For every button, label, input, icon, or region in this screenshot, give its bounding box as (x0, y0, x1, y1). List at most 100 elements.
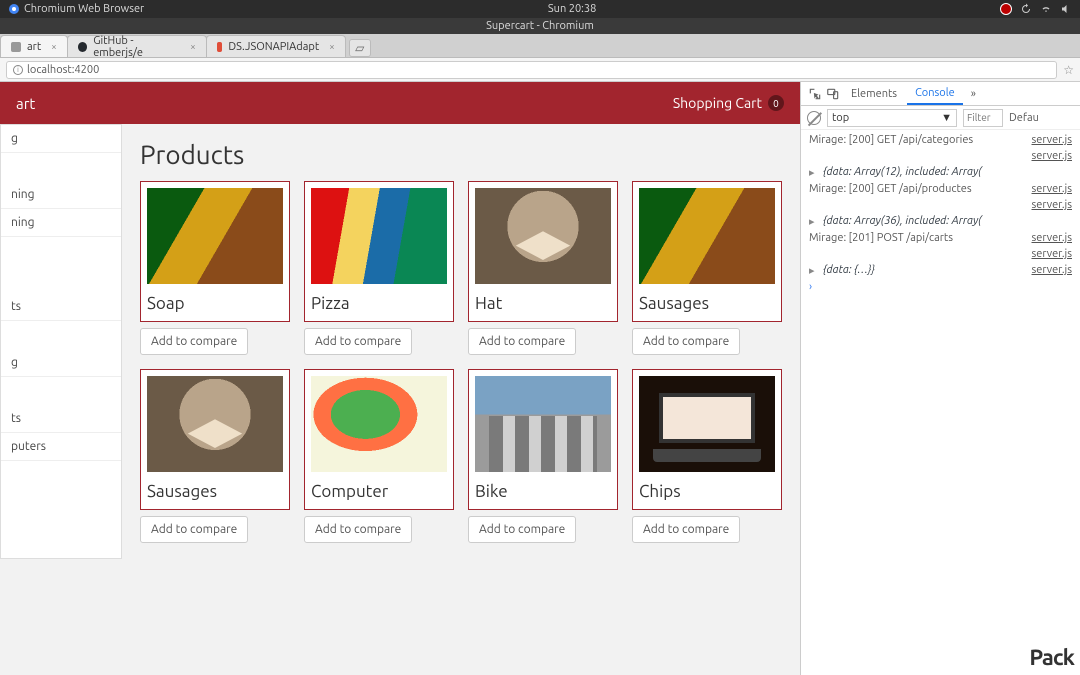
product-name: Soap (147, 294, 283, 313)
log-text: Mirage: [200] GET /api/productes (809, 183, 972, 195)
chromium-icon (8, 3, 20, 15)
console-line[interactable]: server.js (801, 246, 1080, 262)
wifi-icon (1040, 3, 1052, 15)
close-icon[interactable]: × (190, 41, 196, 52)
sidebar-item[interactable]: ts (1, 405, 121, 433)
product-image (475, 376, 611, 472)
record-indicator-icon (1000, 3, 1012, 15)
console-line[interactable]: ▸{data: Array(36), included: Array( (801, 213, 1080, 230)
add-to-compare-button[interactable]: Add to compare (140, 328, 248, 355)
add-to-compare-button[interactable]: Add to compare (304, 516, 412, 543)
sidebar-item (1, 153, 121, 181)
product-card[interactable]: Sausages (140, 369, 290, 510)
bookmark-icon[interactable]: ☆ (1063, 63, 1074, 77)
product-name: Pizza (311, 294, 447, 313)
browser-tab[interactable]: GitHub - emberjs/e × (67, 35, 207, 57)
log-source-link[interactable]: server.js (1032, 199, 1073, 211)
add-to-compare-button[interactable]: Add to compare (632, 328, 740, 355)
new-tab-button[interactable]: ▱ (349, 39, 371, 57)
volume-icon (1060, 3, 1072, 15)
sidebar-item[interactable]: puters (1, 433, 121, 461)
packt-watermark: Pack (1029, 645, 1074, 671)
devtools-panel: Elements Console » top ▼ Defau Mirage: [… (800, 82, 1080, 675)
os-menubar: Chromium Web Browser Sun 20:38 (0, 0, 1080, 18)
sidebar-item (1, 377, 121, 405)
clear-console-icon[interactable] (807, 111, 821, 125)
product-card[interactable]: Computer (304, 369, 454, 510)
console-output[interactable]: Mirage: [200] GET /api/categories server.… (801, 130, 1080, 675)
product-card[interactable]: Chips (632, 369, 782, 510)
log-text: Mirage: [200] GET /api/categories (809, 134, 973, 146)
log-source-link[interactable]: server.js (1032, 264, 1073, 276)
close-icon[interactable]: × (329, 41, 335, 52)
product-image (475, 188, 611, 284)
add-to-compare-button[interactable]: Add to compare (468, 516, 576, 543)
product-name: Chips (639, 482, 775, 501)
product-card[interactable]: Soap (140, 181, 290, 322)
log-source-link[interactable]: server.js (1032, 150, 1073, 162)
log-source-link[interactable]: server.js (1032, 134, 1073, 146)
console-line[interactable]: Mirage: [200] GET /api/categories server.… (801, 132, 1080, 148)
sidebar-item[interactable]: ning (1, 181, 121, 209)
console-line[interactable]: Mirage: [201] POST /api/carts server.js (801, 230, 1080, 246)
sidebar-item[interactable]: ning (1, 209, 121, 237)
context-select[interactable]: top ▼ (827, 109, 957, 127)
url-text: localhost:4200 (27, 64, 99, 76)
device-icon[interactable] (825, 86, 841, 102)
more-tabs-icon[interactable]: » (965, 84, 982, 104)
console-line[interactable]: ▸{data: {…}}server.js (801, 262, 1080, 279)
chevron-down-icon: ▼ (941, 112, 952, 124)
product-name: Hat (475, 294, 611, 313)
product-name: Sausages (147, 482, 283, 501)
browser-tab[interactable]: DS.JSONAPIAdapt × (206, 35, 346, 57)
sidebar-item[interactable]: ts (1, 293, 121, 321)
add-to-compare-button[interactable]: Add to compare (304, 328, 412, 355)
brand-label[interactable]: art (16, 95, 35, 112)
tab-label: GitHub - emberjs/e (93, 35, 180, 59)
url-input[interactable]: i localhost:4200 (6, 61, 1057, 79)
main-content: Products SoapAdd to comparePizzaAdd to c… (122, 124, 800, 559)
product-image (639, 188, 775, 284)
window-title: Supercart - Chromium (0, 18, 1080, 34)
site-info-icon[interactable]: i (13, 65, 23, 75)
console-line[interactable]: ▸ {data: Array(12), included: Array( (801, 164, 1080, 181)
expand-icon[interactable]: ▸ (809, 264, 819, 277)
product-card[interactable]: Sausages (632, 181, 782, 322)
close-icon[interactable]: × (51, 41, 57, 52)
product-card[interactable]: Bike (468, 369, 618, 510)
add-to-compare-button[interactable]: Add to compare (140, 516, 248, 543)
ember-icon (217, 42, 223, 52)
sidebar-item[interactable]: g (1, 125, 121, 153)
product-name: Bike (475, 482, 611, 501)
expand-icon[interactable]: ▸ (809, 215, 819, 228)
devtools-tab-console[interactable]: Console (907, 83, 963, 105)
refresh-icon (1020, 3, 1032, 15)
product-image (639, 376, 775, 472)
devtools-tab-elements[interactable]: Elements (843, 84, 905, 104)
expand-icon[interactable]: ▸ (809, 166, 819, 179)
log-object: {data: Array(12), included: Array( (823, 166, 982, 178)
console-line[interactable]: Mirage: [200] GET /api/productes server.j… (801, 181, 1080, 197)
browser-tab[interactable]: art × (0, 35, 68, 57)
shopping-cart-link[interactable]: Shopping Cart 0 (673, 95, 784, 111)
log-text: Mirage: [201] POST /api/carts (809, 232, 953, 244)
log-levels-select[interactable]: Defau (1009, 112, 1039, 124)
category-sidebar: gningningtsgtsputers (0, 124, 122, 559)
sidebar-item[interactable]: g (1, 349, 121, 377)
log-source-link[interactable]: server.js (1032, 183, 1073, 195)
console-filter-input[interactable] (963, 109, 1003, 127)
inspect-icon[interactable] (807, 86, 823, 102)
console-line[interactable]: server.js (801, 148, 1080, 164)
cart-count-badge: 0 (768, 95, 784, 111)
add-to-compare-button[interactable]: Add to compare (632, 516, 740, 543)
product-image (311, 376, 447, 472)
add-to-compare-button[interactable]: Add to compare (468, 328, 576, 355)
console-prompt[interactable]: › (801, 279, 1080, 295)
log-source-link[interactable]: server.js (1032, 248, 1073, 260)
product-card[interactable]: Pizza (304, 181, 454, 322)
console-toolbar: top ▼ Defau (801, 106, 1080, 130)
product-card[interactable]: Hat (468, 181, 618, 322)
console-line[interactable]: server.js (801, 197, 1080, 213)
page-viewport: art Shopping Cart 0 gningningtsgtsputers… (0, 82, 800, 675)
log-source-link[interactable]: server.js (1032, 232, 1073, 244)
